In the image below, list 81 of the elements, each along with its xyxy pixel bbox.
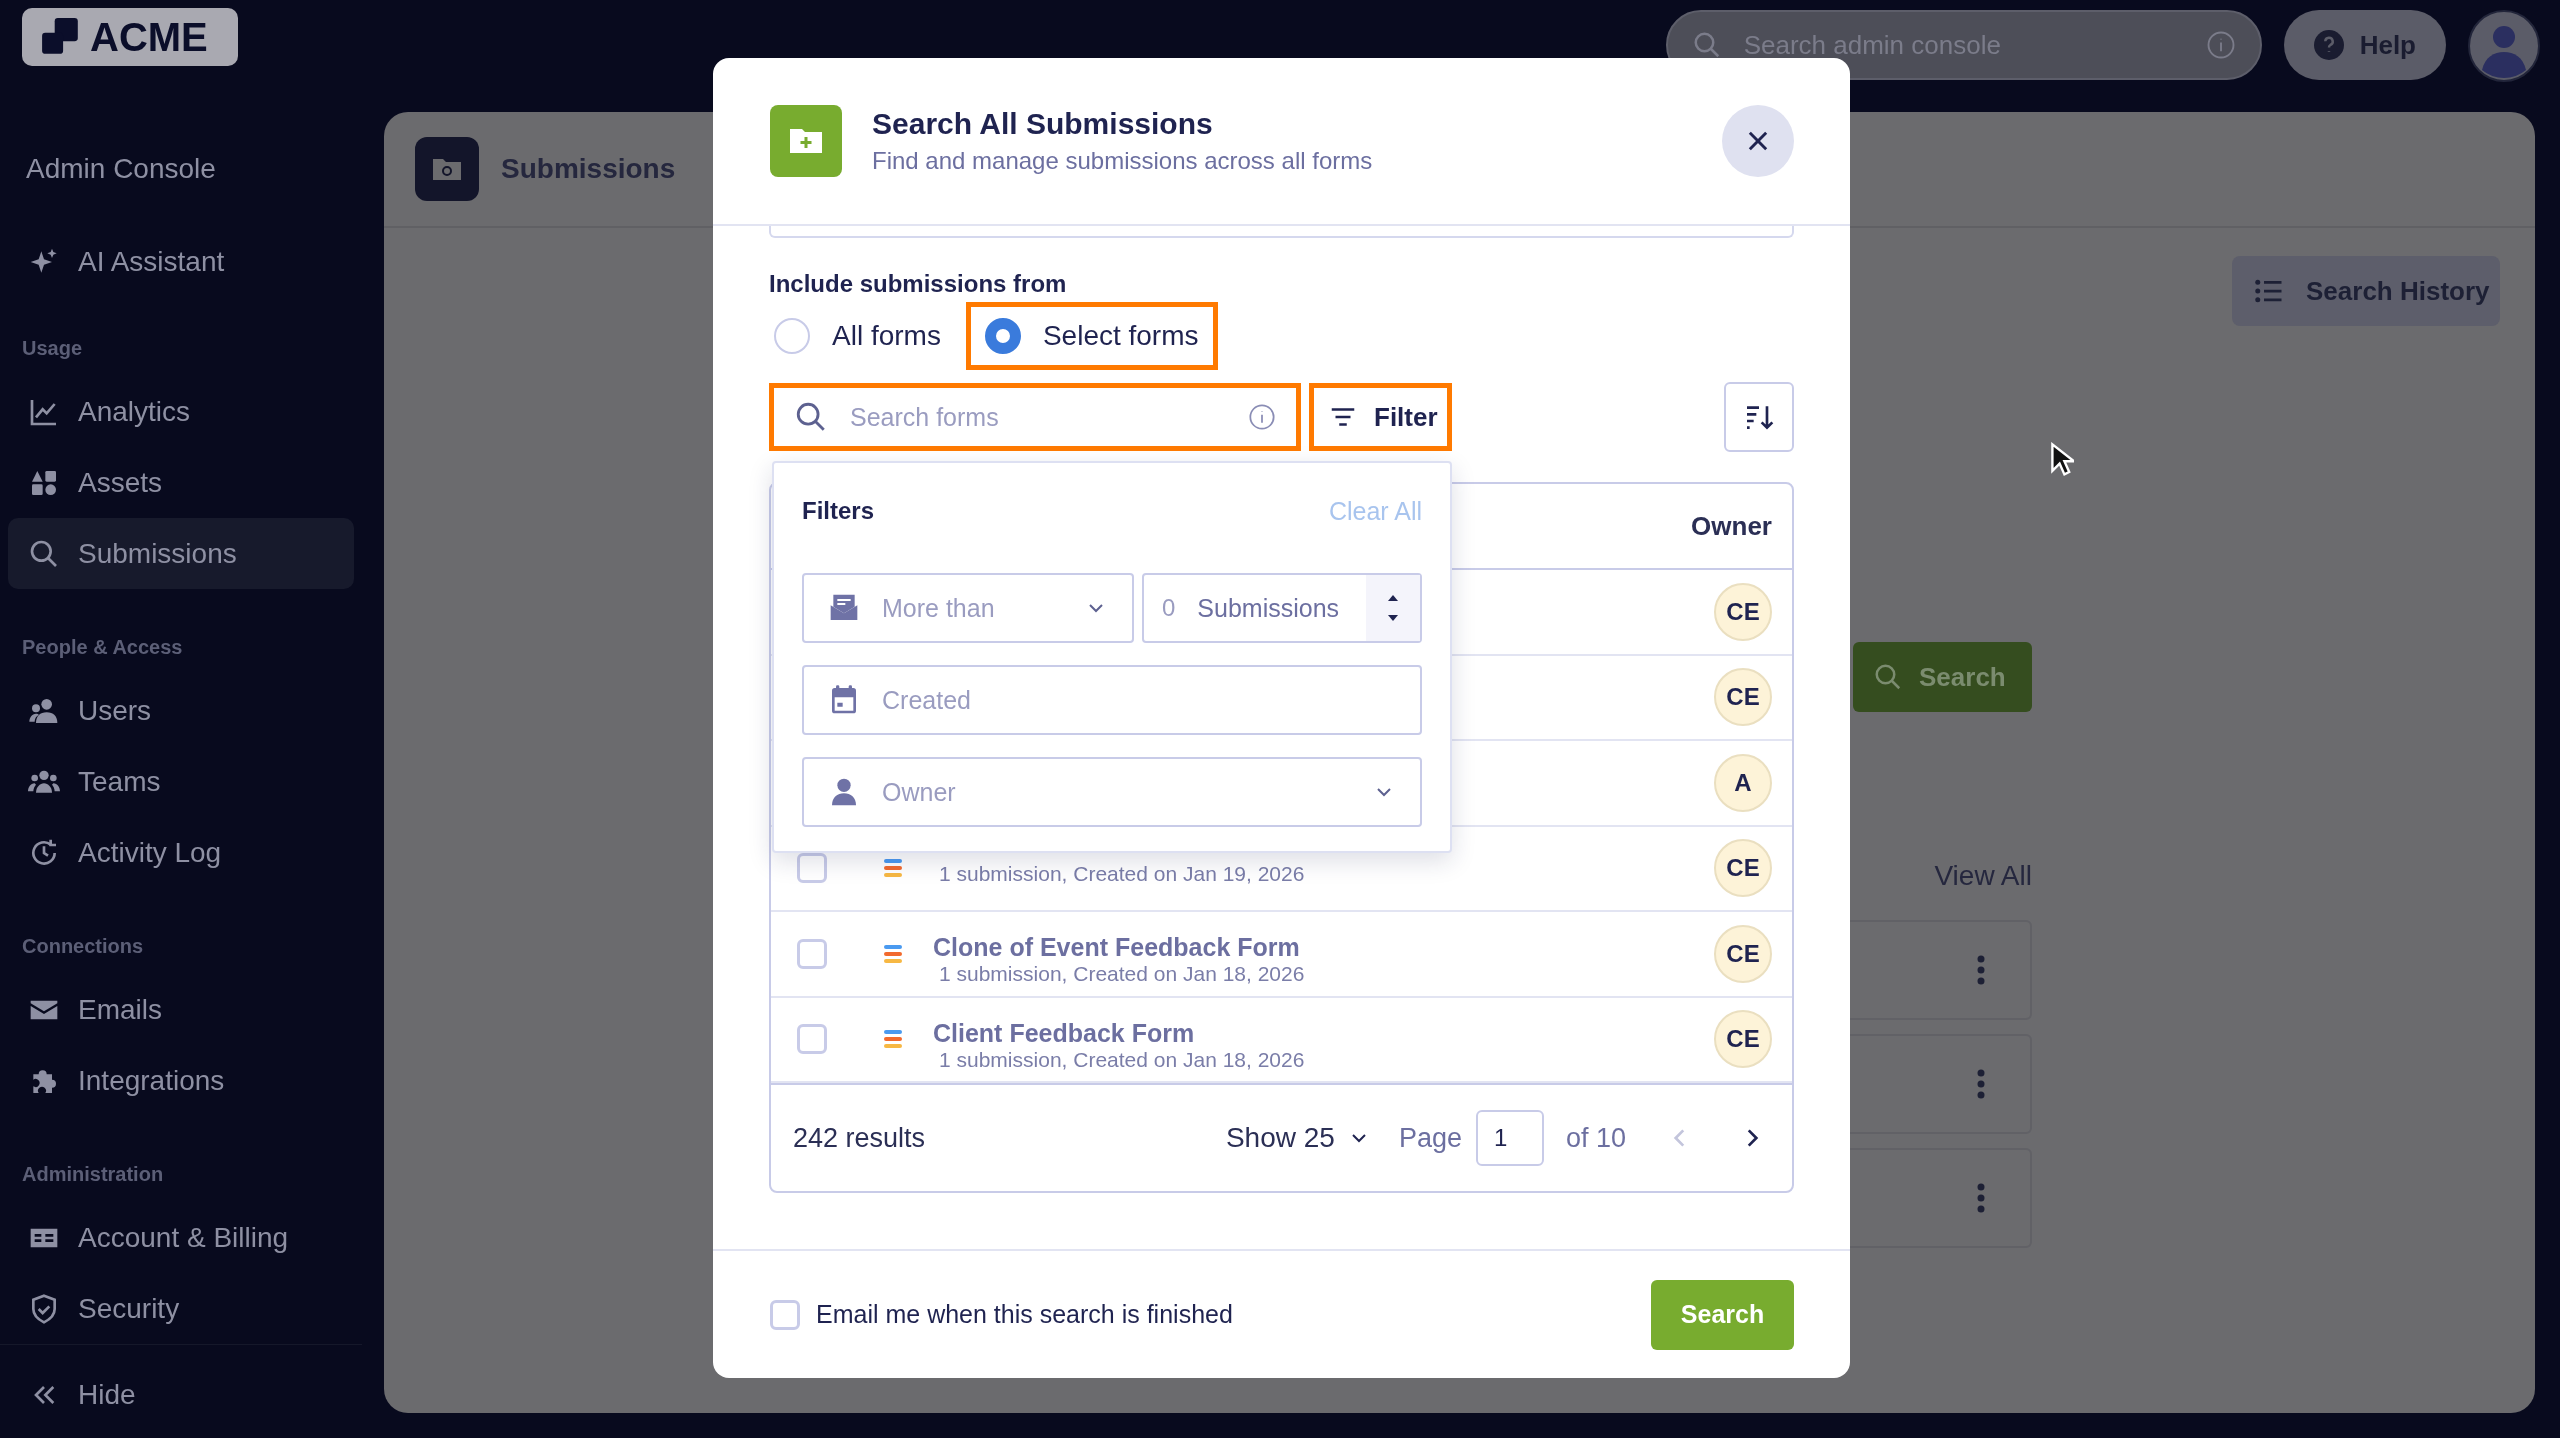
section-heading: Administration [22, 1162, 165, 1187]
sidebar-label: Users [78, 694, 152, 727]
owner-avatar: CE [1714, 582, 1772, 641]
cursor-icon [2050, 442, 2074, 478]
row-checkbox[interactable] [797, 938, 827, 969]
sidebar-item[interactable]: Emails [8, 974, 354, 1045]
results-count: 242 results [793, 1122, 927, 1154]
sidebar-item[interactable]: Assets [8, 447, 354, 518]
more-icon[interactable] [1977, 1069, 1985, 1099]
folder-plus-icon [770, 105, 842, 177]
section-heading: Connections [22, 934, 145, 959]
console-title: Admin Console [26, 152, 217, 186]
form-meta: 1 submission, Created on Jan 18, 2026 [938, 962, 1305, 987]
email-label: Email me when this search is finished [816, 1300, 1233, 1329]
sidebar-label: AI Assistant [78, 245, 225, 278]
search-icon [1873, 662, 1903, 692]
row-checkbox[interactable] [797, 853, 827, 884]
folder-search-icon [415, 137, 479, 201]
acme-logo[interactable]: ACME [22, 8, 238, 66]
filter-button[interactable]: Filter [1309, 383, 1452, 451]
search-icon [794, 400, 828, 434]
page-size-select[interactable]: Show 25 [1219, 1121, 1377, 1155]
section-heading: Usage [22, 336, 84, 361]
sidebar-item[interactable]: Security [8, 1273, 354, 1344]
sidebar-label: Submissions [78, 537, 237, 570]
sidebar-label: Security [78, 1292, 180, 1325]
down-arrow-icon [1387, 614, 1399, 622]
page-input[interactable]: 1 [1475, 1110, 1544, 1166]
hide-button[interactable]: Hide [8, 1359, 354, 1430]
sidebar-label: Teams [78, 765, 161, 798]
sidebar-label: Integrations [78, 1064, 225, 1097]
dialog-subtitle: Find and manage submissions across all forms [872, 147, 1374, 175]
info-icon [1248, 403, 1276, 431]
owner-avatar: CE [1714, 668, 1772, 727]
form-meta: 1 submission, Created on Jan 19, 2026 [938, 862, 1305, 887]
more-icon[interactable] [1977, 1183, 1985, 1213]
section-heading: People & Access [22, 635, 184, 660]
filters-title: Filters [802, 497, 875, 525]
sidebar-label: Activity Log [78, 836, 222, 869]
row-checkbox[interactable] [797, 1024, 827, 1055]
owner-avatar: CE [1714, 924, 1772, 983]
sidebar-item[interactable]: Analytics [8, 376, 354, 447]
sidebar-item[interactable]: Teams [8, 746, 354, 817]
owner-avatar: CE [1714, 1010, 1772, 1069]
column-header: Owner [1691, 510, 1772, 542]
question-icon [2313, 30, 2344, 60]
info-icon [2205, 30, 2236, 60]
sidebar-item[interactable]: Submissions [8, 518, 354, 589]
email-option[interactable]: Email me when this search is finished [770, 1299, 1651, 1330]
sidebar-item[interactable]: AI Assistant [8, 226, 354, 297]
up-arrow-icon [1387, 594, 1399, 602]
radio-option[interactable]: Select forms [965, 302, 1218, 370]
user-avatar[interactable] [2468, 10, 2540, 82]
section-label: Include submissions from [769, 270, 1068, 298]
search-field[interactable]: Search forms [769, 383, 1301, 451]
owner-avatar: A [1714, 753, 1772, 812]
search-icon [1691, 30, 1722, 60]
page-label: Page [1398, 1122, 1462, 1154]
radio-option[interactable]: All forms [769, 302, 960, 370]
email-checkbox[interactable] [770, 1299, 800, 1330]
form-title[interactable]: Clone of Event Feedback Form [933, 933, 1305, 963]
owner-avatar: CE [1714, 839, 1772, 898]
sidebar-label: Account & Billing [78, 1221, 289, 1254]
search-input[interactable]: Search forms [848, 401, 1228, 433]
sidebar-item[interactable]: Account & Billing [8, 1202, 354, 1273]
logo-text: ACME [90, 14, 208, 60]
page-title: Submissions [501, 153, 676, 185]
form-meta: 1 submission, Created on Jan 18, 2026 [938, 1047, 1305, 1072]
sidebar-item[interactable]: Users [8, 675, 354, 746]
sidebar-item[interactable]: Integrations [8, 1045, 354, 1116]
sidebar-item[interactable]: Activity Log [8, 817, 354, 888]
sidebar-label: Analytics [78, 395, 191, 428]
dialog-title: Search All Submissions [872, 107, 1214, 141]
more-icon[interactable] [1977, 955, 1985, 985]
submission-count-field[interactable]: 0 Submissions [1142, 573, 1422, 643]
sort-button[interactable] [1724, 382, 1794, 452]
hide-label: Hide [78, 1378, 136, 1411]
page-total: of 10 [1565, 1122, 1626, 1154]
sidebar-label: Assets [78, 466, 163, 499]
sidebar-label: Emails [78, 993, 162, 1026]
form-title[interactable]: Client Feedback Form [933, 1018, 1305, 1048]
